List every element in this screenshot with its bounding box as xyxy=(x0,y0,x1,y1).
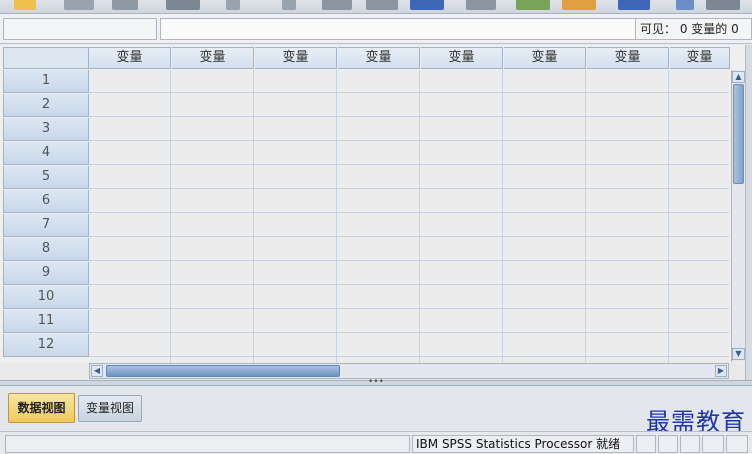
row-header[interactable]: 6 xyxy=(3,190,89,213)
cell-value-input[interactable] xyxy=(160,18,636,40)
weight-cases-icon[interactable] xyxy=(676,0,694,10)
processor-status: IBM SPSS Statistics Processor 就绪 xyxy=(412,435,634,453)
status-segment xyxy=(658,435,678,453)
status-segment xyxy=(726,435,748,453)
horizontal-scroll-thumb[interactable] xyxy=(106,365,340,377)
recall-dialog-icon[interactable] xyxy=(166,0,200,10)
status-segment xyxy=(680,435,700,453)
column-header[interactable]: 变量 xyxy=(89,47,171,69)
data-cells[interactable] xyxy=(89,70,729,363)
column-header[interactable]: 变量 xyxy=(172,47,254,69)
vertical-scroll-thumb[interactable] xyxy=(733,84,744,184)
window-edge xyxy=(745,45,752,385)
find-icon[interactable] xyxy=(466,0,496,10)
status-bar: IBM SPSS Statistics Processor 就绪 xyxy=(0,431,752,454)
row-header[interactable]: 11 xyxy=(3,310,89,333)
scroll-left-icon[interactable]: ◀ xyxy=(91,365,103,377)
row-header[interactable]: 10 xyxy=(3,286,89,309)
open-file-icon[interactable] xyxy=(14,0,36,10)
row-header[interactable]: 2 xyxy=(3,94,89,117)
save-icon[interactable] xyxy=(64,0,94,10)
row-header[interactable]: 4 xyxy=(3,142,89,165)
tab-variable-view[interactable]: 变量视图 xyxy=(78,395,142,422)
cell-name-box[interactable] xyxy=(3,18,157,40)
goto-case-icon[interactable] xyxy=(322,0,352,10)
vertical-scrollbar[interactable]: ▲ ▼ xyxy=(731,70,745,362)
column-header[interactable]: 变量 xyxy=(587,47,669,69)
column-header[interactable]: 变量 xyxy=(255,47,337,69)
scroll-up-icon[interactable]: ▲ xyxy=(732,71,745,83)
tab-data-view[interactable]: 数据视图 xyxy=(8,393,75,423)
insert-variable-icon[interactable] xyxy=(562,0,596,10)
row-header[interactable]: 1 xyxy=(3,70,89,93)
column-header[interactable]: 变量 xyxy=(670,47,730,69)
goto-variable-icon[interactable] xyxy=(366,0,398,10)
insert-cases-icon[interactable] xyxy=(516,0,550,10)
row-header[interactable]: 7 xyxy=(3,214,89,237)
status-segment xyxy=(5,435,410,453)
select-cases-icon[interactable] xyxy=(706,0,740,10)
column-header[interactable]: 变量 xyxy=(421,47,503,69)
split-file-icon[interactable] xyxy=(618,0,650,10)
row-header[interactable]: 3 xyxy=(3,118,89,141)
grid-corner[interactable] xyxy=(3,47,89,69)
row-header[interactable]: 8 xyxy=(3,238,89,261)
variables-icon[interactable] xyxy=(410,0,444,10)
status-segment xyxy=(636,435,656,453)
row-header[interactable]: 5 xyxy=(3,166,89,189)
toolbar xyxy=(0,0,752,14)
print-icon[interactable] xyxy=(112,0,138,10)
redo-icon[interactable] xyxy=(282,0,296,10)
row-header[interactable]: 9 xyxy=(3,262,89,285)
undo-icon[interactable] xyxy=(226,0,240,10)
scroll-right-icon[interactable]: ▶ xyxy=(715,365,727,377)
scroll-down-icon[interactable]: ▼ xyxy=(732,348,745,360)
data-grid: 变量 变量 变量 变量 变量 变量 变量 变量 1 2 3 4 5 6 7 8 … xyxy=(0,45,752,363)
horizontal-scrollbar[interactable]: ◀ ▶ xyxy=(89,363,729,379)
column-header[interactable]: 变量 xyxy=(338,47,420,69)
cell-editor-bar: 可见： 0 变量的 0 xyxy=(0,14,752,44)
view-tab-bar: 数据视图 变量视图 xyxy=(0,386,752,431)
column-header[interactable]: 变量 xyxy=(504,47,586,69)
status-segment xyxy=(702,435,724,453)
visible-variables-label: 可见： 0 变量的 0 xyxy=(636,18,752,40)
row-header[interactable]: 12 xyxy=(3,334,89,357)
